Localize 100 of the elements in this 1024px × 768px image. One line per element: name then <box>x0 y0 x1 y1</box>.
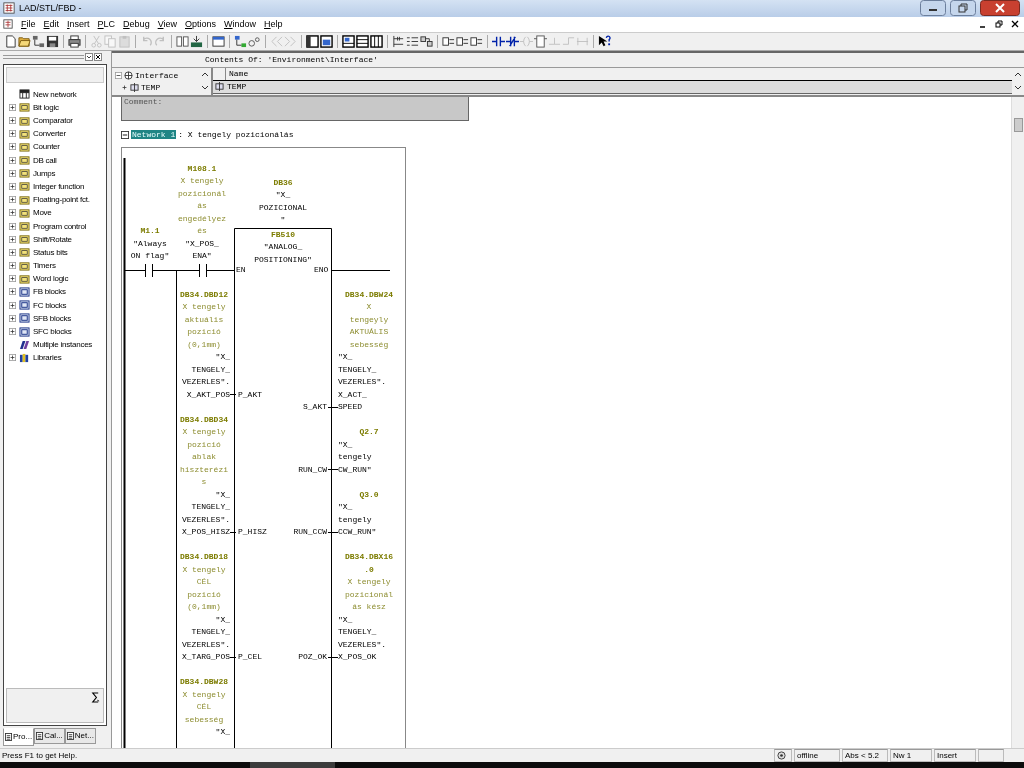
tree-item[interactable]: New network <box>33 89 77 99</box>
tree-item[interactable]: Converter <box>33 129 66 139</box>
tree-item[interactable]: Counter <box>33 142 60 152</box>
menu-item[interactable]: View <box>157 19 177 30</box>
expand-icon[interactable] <box>9 235 16 243</box>
expand-icon[interactable] <box>9 209 16 217</box>
document-icon[interactable] <box>3 19 13 30</box>
close-button[interactable] <box>1010 19 1020 30</box>
expand-icon[interactable] <box>9 143 16 151</box>
expand-icon[interactable] <box>9 222 16 230</box>
columns-icon[interactable] <box>370 34 383 48</box>
expand-icon[interactable] <box>9 328 16 336</box>
help-icon[interactable] <box>598 34 611 48</box>
circles-icon[interactable] <box>248 34 261 48</box>
tree-item[interactable]: Timers <box>33 261 56 271</box>
tree-item[interactable]: Move <box>33 208 52 218</box>
pane-icon[interactable] <box>306 34 319 48</box>
split-window-icon[interactable] <box>342 34 355 48</box>
detail-window-icon[interactable] <box>320 34 333 48</box>
close-button[interactable] <box>94 52 102 61</box>
menu-item[interactable]: Insert <box>67 19 90 30</box>
expand-icon[interactable] <box>9 103 16 111</box>
collapse-icon[interactable] <box>121 130 129 139</box>
expand-icon[interactable] <box>121 84 128 92</box>
table-cell[interactable]: TEMP <box>227 82 247 92</box>
expand-icon[interactable] <box>9 248 16 256</box>
expand-icon[interactable] <box>9 288 16 296</box>
menu-item[interactable]: PLC <box>97 19 116 30</box>
menu-item[interactable]: Edit <box>43 19 60 30</box>
tree-item[interactable]: Interface <box>135 71 179 81</box>
contact-icon[interactable] <box>492 34 505 48</box>
scroll-arrows[interactable] <box>1014 70 1022 91</box>
tree-item[interactable]: Shift/Rotate <box>33 234 72 244</box>
window-icon[interactable] <box>212 34 225 48</box>
expand-icon[interactable] <box>9 262 16 270</box>
panel-tab[interactable]: Cal... <box>34 727 65 744</box>
expand-icon[interactable] <box>9 183 16 190</box>
menu-item[interactable]: Debug <box>123 19 150 30</box>
tree-item[interactable]: Multiple instances <box>33 340 93 350</box>
menu-item[interactable]: File <box>21 19 36 30</box>
tree-item[interactable]: Word logic <box>33 274 69 284</box>
compare-icon[interactable] <box>176 34 189 48</box>
column-header[interactable]: Name <box>226 67 249 80</box>
tree-item[interactable]: Program control <box>33 221 87 231</box>
new-file-icon[interactable] <box>4 34 17 48</box>
display-icon[interactable] <box>456 34 469 48</box>
grip-handle[interactable] <box>3 53 84 60</box>
comment-field[interactable]: Comment: <box>121 96 469 121</box>
expand-icon[interactable] <box>9 156 16 164</box>
menu-item[interactable]: Window <box>224 19 257 30</box>
tree-item[interactable]: TEMP <box>141 83 161 93</box>
expand-icon[interactable] <box>9 275 16 283</box>
tree-item[interactable]: Floating-point fct. <box>33 195 90 205</box>
close-button[interactable] <box>980 0 1020 17</box>
restore-button[interactable] <box>994 19 1004 30</box>
ladder-icon[interactable] <box>392 34 405 48</box>
expand-icon[interactable] <box>9 301 16 309</box>
save-icon[interactable] <box>46 34 59 48</box>
tree-item[interactable]: Integer function <box>33 182 85 191</box>
expand-icon[interactable] <box>9 169 16 177</box>
display-icon[interactable] <box>442 34 455 48</box>
network-label[interactable]: Network 1 <box>131 130 177 140</box>
tree-item[interactable]: Status bits <box>33 247 68 257</box>
printer-icon[interactable] <box>68 34 81 48</box>
rows-icon[interactable] <box>356 34 369 48</box>
tree-item[interactable]: FB blocks <box>33 287 66 297</box>
minimize-button[interactable] <box>920 0 946 17</box>
open-folder-icon[interactable] <box>18 34 31 48</box>
network-icon[interactable] <box>32 34 45 48</box>
tree-item[interactable]: SFB blocks <box>33 313 71 323</box>
display-icon[interactable] <box>470 34 483 48</box>
scroll-arrows[interactable] <box>201 70 209 91</box>
sigma-icon[interactable] <box>91 691 100 703</box>
expand-icon[interactable] <box>9 314 16 322</box>
scrollbar[interactable] <box>1011 96 1024 748</box>
blocks-icon[interactable] <box>420 34 433 48</box>
expand-icon[interactable] <box>9 130 16 138</box>
app-icon[interactable] <box>3 2 15 15</box>
expand-icon[interactable] <box>9 196 16 204</box>
expand-icon[interactable] <box>9 354 16 362</box>
panel-tab[interactable]: Net... <box>64 727 96 744</box>
download-icon[interactable] <box>190 34 203 48</box>
tree-item[interactable]: Libraries <box>33 353 62 363</box>
panel-tab[interactable]: Pro... <box>3 727 35 746</box>
expand-icon[interactable] <box>9 117 16 125</box>
tree-item[interactable]: FC blocks <box>33 300 67 310</box>
tree-item[interactable]: Bit logic <box>33 102 59 112</box>
tree-item[interactable]: Jumps <box>33 168 56 178</box>
tree-item[interactable]: DB call <box>33 155 57 165</box>
box-icon[interactable] <box>534 34 547 48</box>
menu-item[interactable]: Options <box>185 19 217 30</box>
menu-item[interactable]: Help <box>264 19 283 30</box>
tree-item[interactable]: SFC blocks <box>33 327 72 337</box>
nc-contact-icon[interactable] <box>506 34 519 48</box>
list-icon[interactable] <box>406 34 419 48</box>
restore-button[interactable] <box>950 0 976 17</box>
nodes-icon[interactable] <box>234 34 247 48</box>
dropdown-button[interactable] <box>85 52 93 61</box>
collapse-icon[interactable] <box>115 72 122 80</box>
tree-item[interactable]: Comparator <box>33 116 73 126</box>
